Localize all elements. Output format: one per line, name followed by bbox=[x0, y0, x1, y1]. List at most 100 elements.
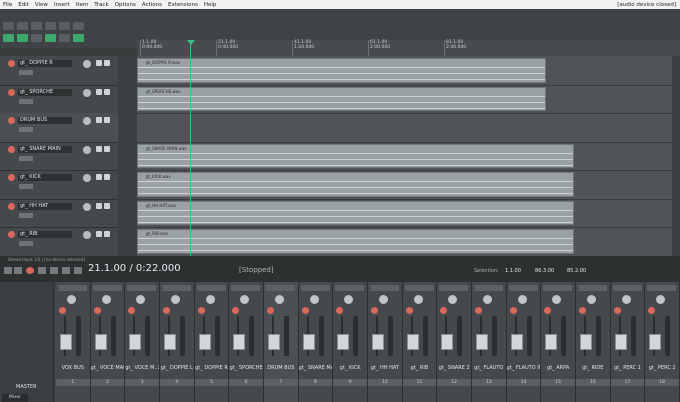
media-item[interactable]: gt_RIB.wav bbox=[137, 229, 574, 254]
channel-name[interactable]: gt_ VOCE MAI bbox=[91, 365, 125, 371]
volume-knob[interactable] bbox=[83, 60, 91, 68]
mute-button[interactable] bbox=[96, 88, 102, 95]
fx-slot[interactable] bbox=[578, 285, 607, 291]
solo-button[interactable] bbox=[104, 231, 110, 238]
record-arm-button[interactable] bbox=[648, 307, 656, 314]
solo-button[interactable] bbox=[104, 145, 110, 152]
pan-knob[interactable] bbox=[240, 295, 250, 304]
fx-slot[interactable] bbox=[404, 285, 434, 291]
volume-fader[interactable] bbox=[60, 334, 72, 350]
volume-knob[interactable] bbox=[83, 231, 91, 240]
selection-end[interactable]: 86.3.00 bbox=[535, 268, 554, 274]
menu-track[interactable]: Track bbox=[91, 2, 111, 8]
pan-knob[interactable] bbox=[587, 295, 596, 304]
auto-crossfade-icon[interactable] bbox=[73, 34, 84, 42]
record-arm-button[interactable] bbox=[163, 307, 170, 314]
mute-button[interactable] bbox=[96, 60, 102, 66]
track-name[interactable]: gt_ DOPPIE R bbox=[18, 60, 72, 67]
save-project-icon[interactable] bbox=[31, 22, 42, 30]
fx-button[interactable] bbox=[19, 184, 33, 190]
record-arm-button[interactable] bbox=[301, 307, 309, 314]
menu-edit[interactable]: Edit bbox=[15, 2, 32, 8]
record-arm-button[interactable] bbox=[336, 307, 344, 314]
record-arm-button[interactable] bbox=[8, 231, 15, 239]
volume-knob[interactable] bbox=[83, 174, 91, 183]
item-grouping-icon[interactable] bbox=[45, 34, 56, 42]
channel-name[interactable]: gt_ FLAUTO bbox=[472, 365, 506, 371]
channel-name[interactable]: gt_ SNARE 2 bbox=[437, 365, 471, 371]
undo-icon[interactable] bbox=[59, 22, 70, 30]
volume-fader[interactable] bbox=[580, 334, 592, 350]
fx-slot[interactable] bbox=[474, 285, 503, 291]
record-arm-button[interactable] bbox=[197, 307, 205, 314]
track-header[interactable]: gt_ SPORCHE bbox=[0, 85, 118, 115]
channel-name[interactable]: gt_ DOPPIE R bbox=[195, 365, 229, 371]
track-lane[interactable]: gt_HH HAT.wav bbox=[137, 199, 672, 229]
channel-name[interactable]: gt_ RIDE bbox=[576, 365, 610, 371]
record-arm-button[interactable] bbox=[8, 145, 15, 153]
fx-button[interactable] bbox=[19, 241, 33, 247]
fx-slot[interactable] bbox=[92, 285, 122, 291]
fx-slot[interactable] bbox=[543, 285, 573, 291]
pan-knob[interactable] bbox=[621, 295, 631, 304]
solo-button[interactable] bbox=[104, 202, 110, 209]
track-lane[interactable]: gt_KICK.wav bbox=[137, 170, 672, 200]
open-project-icon[interactable] bbox=[17, 22, 28, 30]
fx-button[interactable] bbox=[19, 155, 33, 161]
arrange-view[interactable]: gt_DOPPIE R.wav gt_SPORCHE.wav gt_SNARE MA… bbox=[137, 56, 672, 257]
pan-knob[interactable] bbox=[552, 295, 562, 304]
menu-actions[interactable]: Actions bbox=[139, 2, 165, 8]
volume-knob[interactable] bbox=[83, 88, 91, 97]
play-button[interactable] bbox=[38, 267, 46, 274]
mute-button[interactable] bbox=[96, 231, 102, 238]
redo-icon[interactable] bbox=[73, 22, 84, 30]
fx-slot[interactable] bbox=[266, 285, 295, 291]
record-arm-button[interactable] bbox=[475, 307, 482, 314]
record-arm-button[interactable] bbox=[8, 202, 15, 210]
fx-slot[interactable] bbox=[647, 285, 677, 291]
pan-knob[interactable] bbox=[136, 295, 146, 304]
channel-name[interactable]: gt_ ARPA bbox=[541, 365, 575, 371]
timecode-display[interactable]: 21.1.00 / 0:22.000 bbox=[88, 263, 181, 274]
channel-name[interactable]: gt_ FLAUTO IN bbox=[507, 365, 541, 371]
stop-button[interactable] bbox=[62, 267, 70, 274]
record-arm-button[interactable] bbox=[59, 307, 66, 314]
menu-help[interactable]: Help bbox=[201, 2, 220, 8]
volume-fader[interactable] bbox=[476, 334, 488, 350]
fx-button[interactable] bbox=[19, 70, 33, 75]
track-header[interactable]: gt_ DOPPIE R bbox=[0, 56, 118, 86]
track-name[interactable]: DRUM BUS bbox=[18, 117, 72, 125]
mute-button[interactable] bbox=[96, 145, 102, 152]
snap-grid-icon[interactable] bbox=[17, 34, 28, 42]
edit-cursor[interactable] bbox=[190, 40, 191, 256]
mixer-channel[interactable]: gt_ SNARE MA 8 bbox=[298, 282, 334, 402]
mixer-channel[interactable]: gt_ DOPPIE R 5 bbox=[194, 282, 230, 402]
fx-slot[interactable] bbox=[162, 285, 191, 291]
track-header[interactable]: gt_ RIB bbox=[0, 227, 118, 257]
volume-fader[interactable] bbox=[302, 334, 315, 350]
pan-knob[interactable] bbox=[67, 295, 76, 304]
record-arm-button[interactable] bbox=[509, 307, 517, 314]
record-arm-button[interactable] bbox=[8, 174, 15, 182]
track-lane[interactable] bbox=[137, 113, 672, 143]
mixer-channel[interactable]: gt_ VOCE MAI 2 bbox=[90, 282, 126, 402]
record-arm-button[interactable] bbox=[8, 117, 15, 125]
mixer-channel[interactable]: DRUM BUS 7 bbox=[264, 282, 299, 402]
volume-fader[interactable] bbox=[129, 334, 142, 350]
record-arm-button[interactable] bbox=[93, 307, 101, 314]
mixer-channel[interactable]: gt_ RIDE 16 bbox=[576, 282, 611, 402]
pan-knob[interactable] bbox=[171, 295, 180, 304]
record-arm-button[interactable] bbox=[613, 307, 621, 314]
volume-fader[interactable] bbox=[510, 334, 523, 350]
record-arm-button[interactable] bbox=[544, 307, 552, 314]
mixer-tab[interactable]: Mixer bbox=[2, 394, 28, 402]
mute-button[interactable] bbox=[96, 174, 102, 181]
selection-length[interactable]: 85.2.00 bbox=[567, 268, 586, 274]
fx-button[interactable] bbox=[19, 127, 33, 133]
track-name[interactable]: gt_ SNARE MAIN bbox=[18, 145, 72, 153]
volume-fader[interactable] bbox=[198, 334, 211, 350]
pan-knob[interactable] bbox=[309, 295, 319, 304]
fx-slot[interactable] bbox=[127, 285, 157, 291]
mute-button[interactable] bbox=[96, 202, 102, 209]
fx-slot[interactable] bbox=[58, 285, 87, 291]
